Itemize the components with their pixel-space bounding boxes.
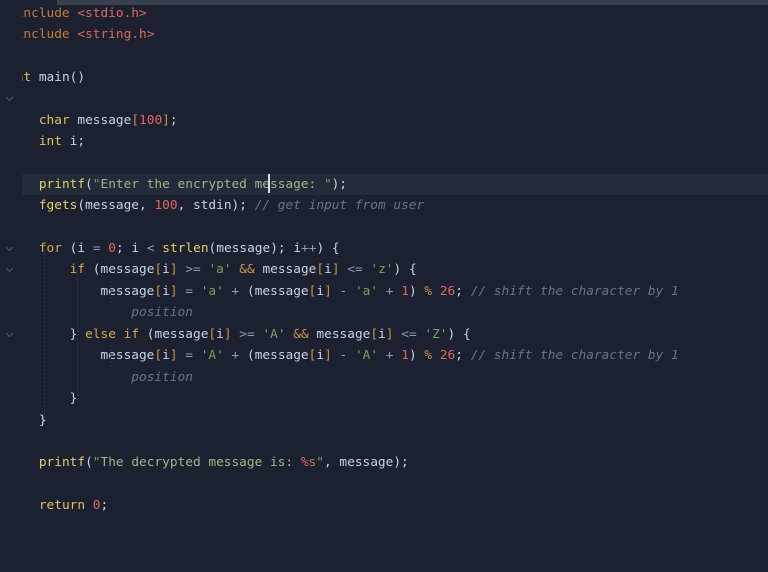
- code-editor[interactable]: #include <stdio.h> #include <string.h> i…: [0, 0, 768, 572]
- code-line[interactable]: {: [0, 88, 768, 109]
- code-line[interactable]: [0, 152, 768, 173]
- code-line[interactable]: fgets(message, 100, stdin); // get input…: [0, 195, 768, 216]
- code-line[interactable]: }: [0, 410, 768, 431]
- indent-guide: [44, 249, 45, 422]
- code-line[interactable]: #include <string.h>: [0, 24, 768, 45]
- indent-guide: [110, 345, 111, 367]
- horizontal-scrollbar[interactable]: [0, 0, 768, 5]
- code-line[interactable]: }: [0, 517, 768, 538]
- code-line[interactable]: int main(): [0, 67, 768, 88]
- fold-marker-icon[interactable]: [3, 259, 15, 280]
- indent-guide: [77, 270, 78, 400]
- text-caret: [268, 174, 270, 193]
- code-line-wrapped[interactable]: position: [0, 302, 768, 323]
- code-line[interactable]: } else if (message[i] >= 'A' && message[…: [0, 324, 768, 345]
- scrollbar-thumb[interactable]: [57, 0, 768, 5]
- code-line[interactable]: }: [0, 388, 768, 409]
- code-line[interactable]: if (message[i] >= 'a' && message[i] <= '…: [0, 259, 768, 280]
- code-line[interactable]: #include <stdio.h>: [0, 3, 768, 24]
- code-line-current[interactable]: printf("Enter the encrypted message: ");: [0, 174, 768, 196]
- code-line[interactable]: message[i] = 'a' + (message[i] - 'a' + 1…: [0, 281, 768, 302]
- code-line[interactable]: char message[100];: [0, 110, 768, 131]
- code-content[interactable]: #include <stdio.h> #include <string.h> i…: [0, 0, 768, 572]
- code-line[interactable]: [0, 474, 768, 495]
- indent-guide: [110, 281, 111, 303]
- fold-marker-icon[interactable]: [3, 238, 15, 259]
- code-line[interactable]: for (i = 0; i < strlen(message); i++) {: [0, 238, 768, 259]
- fold-marker-icon[interactable]: [3, 324, 15, 345]
- code-line[interactable]: printf("The decrypted message is: %s", m…: [0, 452, 768, 473]
- editor-gutter: [0, 0, 22, 572]
- code-line[interactable]: return 0;: [0, 495, 768, 516]
- code-line[interactable]: int i;: [0, 131, 768, 152]
- fold-marker-icon[interactable]: [3, 88, 15, 109]
- code-line[interactable]: message[i] = 'A' + (message[i] - 'A' + 1…: [0, 345, 768, 366]
- code-line[interactable]: [0, 217, 768, 238]
- code-line[interactable]: [0, 431, 768, 452]
- code-line[interactable]: [0, 46, 768, 67]
- code-line-wrapped[interactable]: position: [0, 367, 768, 388]
